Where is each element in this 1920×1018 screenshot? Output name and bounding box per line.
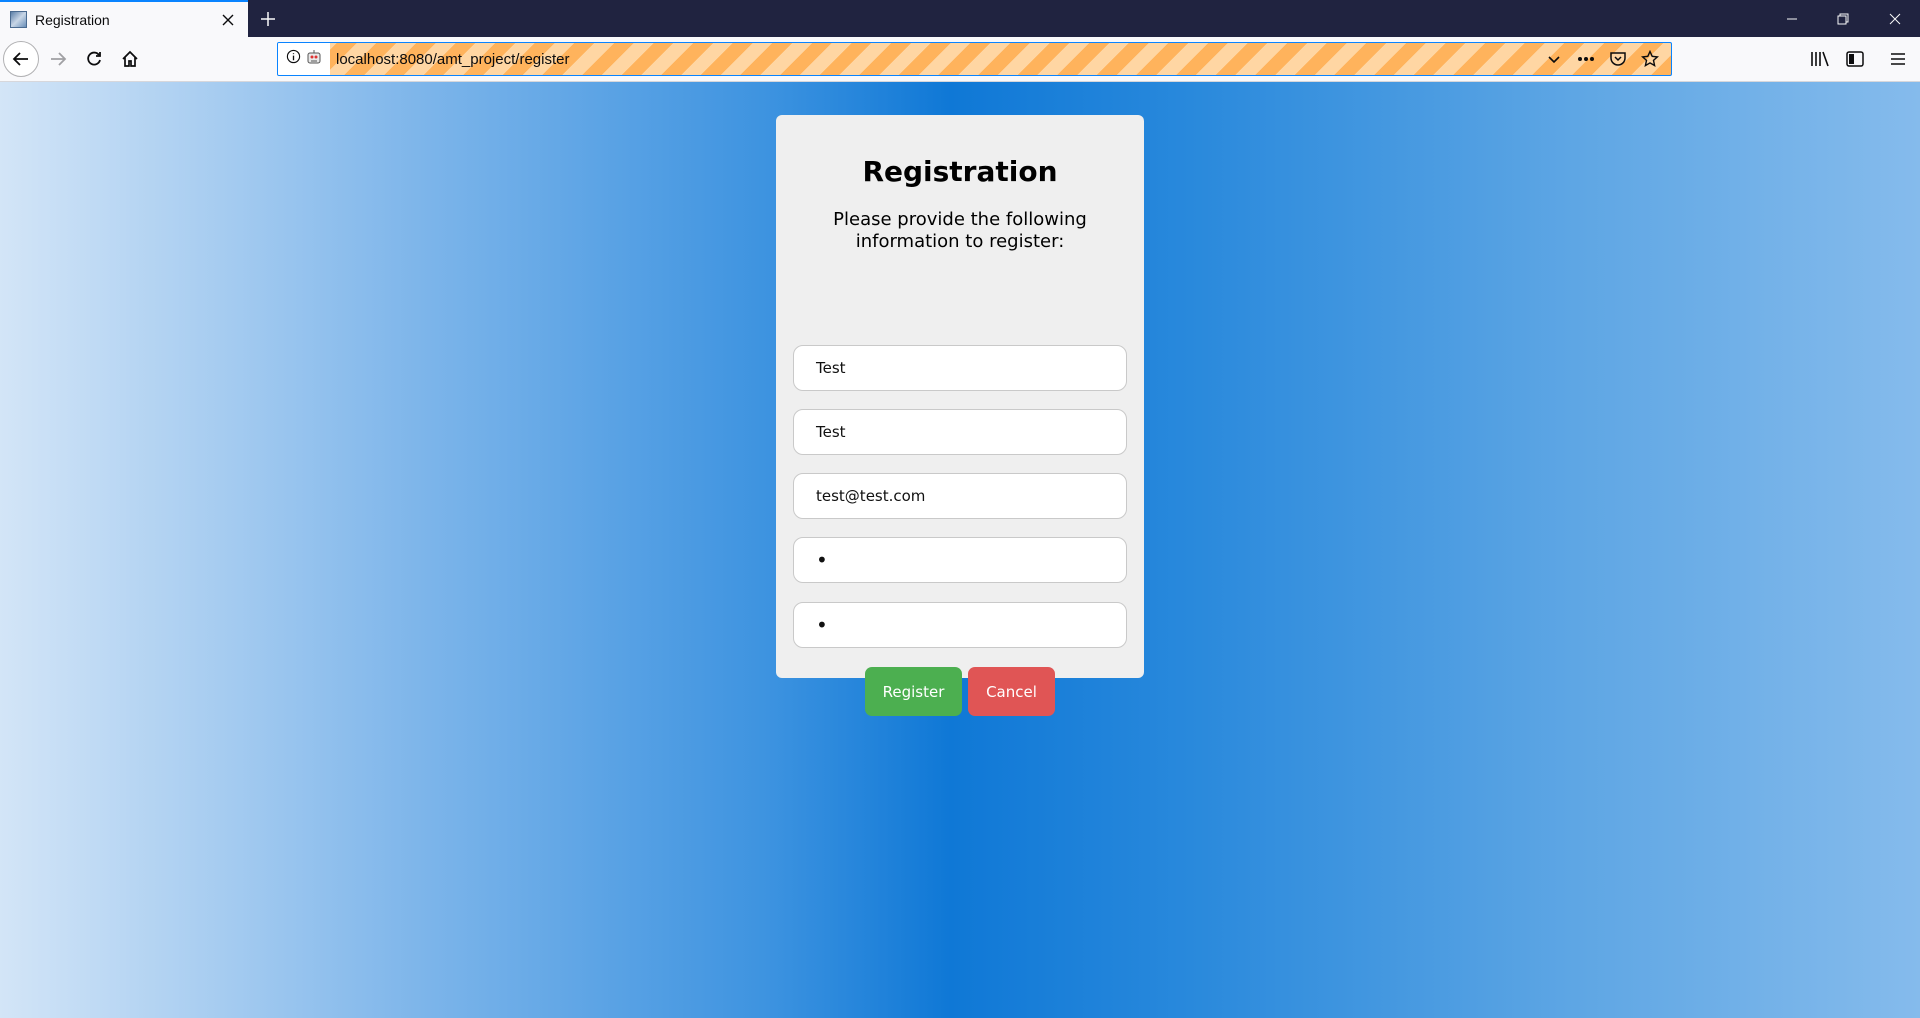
close-tab-icon[interactable] [216,8,240,32]
home-icon[interactable] [114,43,146,75]
minimize-icon[interactable] [1767,0,1817,37]
back-icon[interactable] [3,41,39,77]
chevron-down-icon[interactable] [1543,48,1565,70]
page-actions-icon[interactable] [1575,48,1597,70]
confirm-password-field[interactable]: • [793,602,1127,648]
bookmark-star-icon[interactable] [1639,48,1661,70]
page-title: Registration [862,155,1058,188]
pocket-icon[interactable] [1607,48,1629,70]
info-icon[interactable] [286,49,301,69]
close-window-icon[interactable] [1870,0,1920,37]
registration-form: Registration Please provide the followin… [776,115,1144,716]
form-instructions: Please provide the following information… [833,209,1087,252]
first-name-field[interactable]: Test [793,345,1127,391]
navigation-toolbar: localhost:8080/amt_project/register [0,37,1920,82]
library-icon[interactable] [1804,43,1836,75]
menu-icon[interactable] [1882,43,1914,75]
forward-icon[interactable] [42,43,74,75]
register-button[interactable]: Register [865,667,962,716]
cancel-button[interactable]: Cancel [968,667,1055,716]
site-identity[interactable] [278,43,330,75]
email-field[interactable]: test@test.com [793,473,1127,519]
last-name-field[interactable]: Test [793,409,1127,455]
page-favicon-icon [10,11,27,28]
new-tab-icon[interactable] [254,5,282,33]
remote-control-robot-icon[interactable] [305,48,323,71]
url-text[interactable]: localhost:8080/amt_project/register [336,51,1543,68]
sidebar-icon[interactable] [1839,43,1871,75]
browser-tab[interactable]: Registration [0,0,248,37]
password-field[interactable]: • [793,537,1127,583]
tab-title: Registration [35,11,110,28]
tab-strip: Registration [0,0,1920,37]
restore-icon[interactable] [1818,0,1868,37]
page-background: Registration Please provide the followin… [0,82,1920,1018]
reload-icon[interactable] [78,43,110,75]
url-bar[interactable]: localhost:8080/amt_project/register [277,42,1672,76]
